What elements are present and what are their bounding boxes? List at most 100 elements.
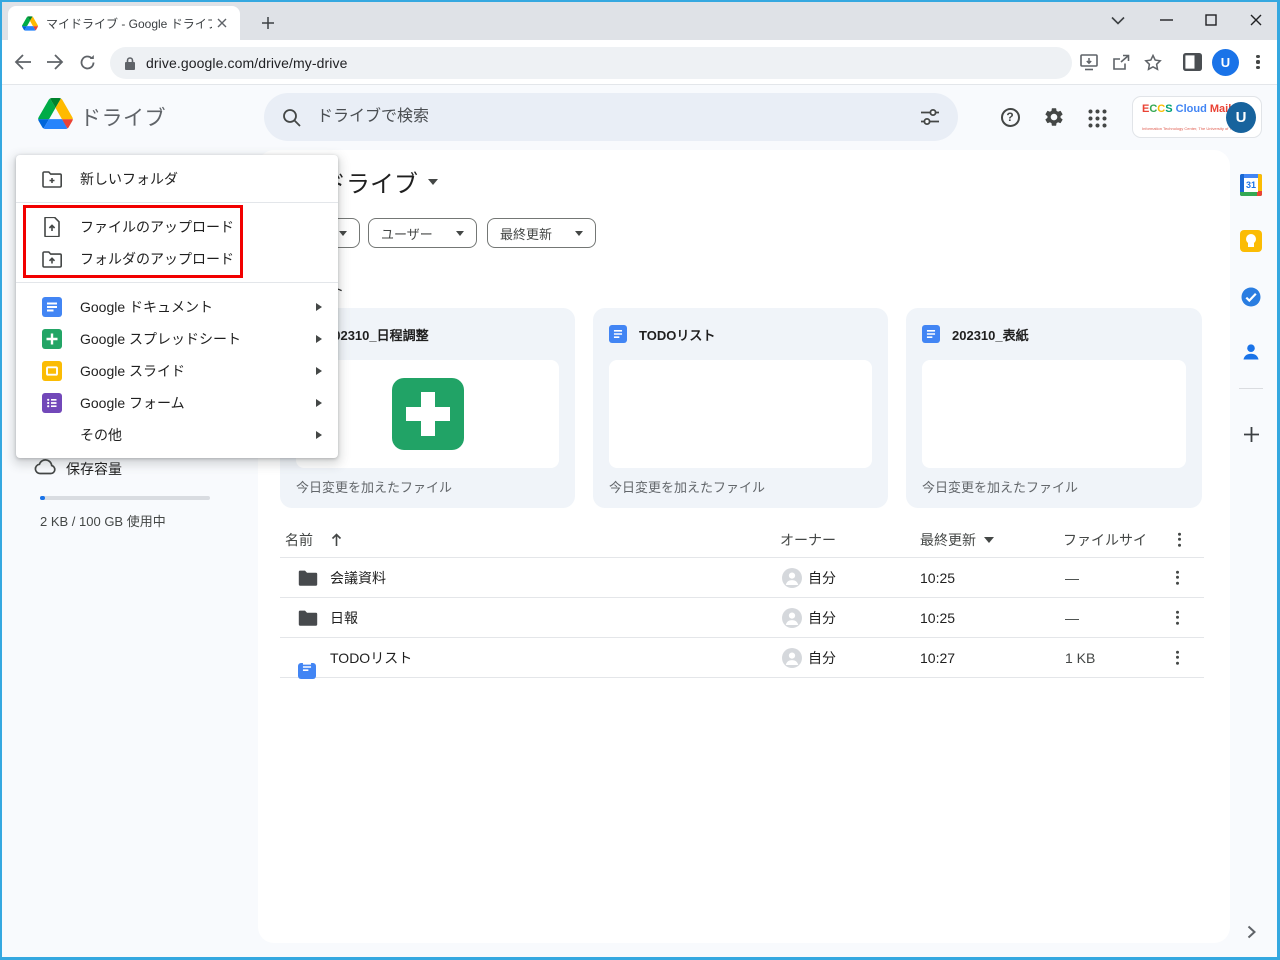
app-wordmark: ドライブ [80,107,166,130]
window-maximize-button[interactable] [1197,6,1225,34]
storage-label[interactable]: 保存容量 [66,459,122,479]
modified-time: 10:25 [920,609,956,626]
table-row[interactable]: TODOリスト 自分 10:27 1 KB [280,638,1204,679]
tab-title: マイドライブ - Google ドライブ [46,16,212,31]
file-size: 1 KB [1065,649,1096,666]
chevron-down-icon [575,230,583,236]
keep-icon[interactable] [1240,230,1262,252]
settings-gear-icon[interactable] [1041,104,1067,130]
new-menu-popup: 新しいフォルダ ファイルのアップロード フォルダのアップロード Google ド… [16,155,338,458]
file-thumbnail [609,360,872,468]
lock-icon [124,56,136,71]
row-options-icon[interactable] [1172,646,1183,669]
search-input[interactable] [315,107,920,127]
apps-grid-icon[interactable] [1084,105,1110,131]
add-addon-icon[interactable] [1240,423,1262,445]
window-border [0,0,1280,2]
docs-file-icon [298,662,316,679]
storage-usage-text: 2 KB / 100 GB 使用中 [40,514,166,529]
calendar-icon[interactable]: 31 [1240,174,1262,196]
table-row[interactable]: 会議資料 自分 10:25 — [280,558,1204,598]
window-minimize-button[interactable] [1152,6,1180,34]
menu-item-google-slides[interactable]: Google スライド [16,355,338,387]
browser-titlebar: マイドライブ - Google ドライブ [0,0,1280,40]
hide-side-panel-chevron-icon[interactable] [1240,921,1262,943]
window-close-button[interactable] [1242,6,1270,34]
suggested-card[interactable]: TODOリスト 今日変更を加えたファイル [593,308,888,508]
bookmark-star-icon[interactable] [1139,48,1167,76]
column-header-name[interactable]: 名前 [285,530,313,550]
owner-name: 自分 [808,649,836,666]
chevron-down-icon [456,230,464,236]
search-options-icon[interactable] [920,108,940,126]
sort-descending-icon [984,536,994,543]
install-icon[interactable] [1075,48,1103,76]
menu-item-label: Google スプレッドシート [80,331,242,347]
suggested-card[interactable]: 202310_表紙 今日変更を加えたファイル [906,308,1202,508]
storage-progress-bar [40,496,210,500]
google-forms-icon [42,393,62,413]
tasks-icon[interactable] [1240,286,1262,308]
account-avatar[interactable]: U [1226,101,1256,133]
file-name: 日報 [330,609,358,626]
google-slides-icon [42,361,62,381]
forward-button[interactable] [41,48,69,76]
owner-avatar [782,647,802,668]
browser-tab[interactable]: マイドライブ - Google ドライブ [8,6,240,40]
share-icon[interactable] [1107,48,1135,76]
menu-item-google-forms[interactable]: Google フォーム [16,387,338,419]
tab-close-icon[interactable] [212,13,232,33]
menu-item-more[interactable]: その他 [16,419,338,451]
browser-window: マイドライブ - Google ドライブ drive.google.com/dr… [0,0,1280,960]
card-caption: 今日変更を加えたファイル [922,480,1079,495]
reload-button[interactable] [73,48,101,76]
new-folder-icon [42,169,62,189]
row-options-icon[interactable] [1172,566,1183,589]
owner-avatar [782,567,802,588]
new-tab-button[interactable] [254,9,282,37]
column-options-icon[interactable] [1174,528,1185,551]
tab-search-chevron-icon[interactable] [1104,6,1132,34]
row-options-icon[interactable] [1172,606,1183,629]
column-header-size[interactable]: ファイルサイ [1063,530,1147,550]
title-caret-icon [428,178,438,185]
filter-chip-modified[interactable]: 最終更新 [487,218,596,248]
rail-divider [1239,388,1263,389]
browser-profile-avatar[interactable]: U [1212,49,1239,76]
owner-name: 自分 [808,609,836,626]
modified-time: 10:27 [920,649,956,666]
file-size: — [1065,569,1079,586]
help-icon[interactable]: ? [997,104,1023,130]
account-badge[interactable]: ECCS Cloud Mail Information Technology C… [1132,96,1262,138]
owner-avatar [782,607,802,628]
menu-item-google-docs[interactable]: Google ドキュメント [16,291,338,323]
modified-time: 10:25 [920,569,956,586]
browser-menu-icon[interactable] [1244,48,1272,76]
table-row[interactable]: 日報 自分 10:25 — [280,598,1204,638]
eccs-cloud-mail-logo: ECCS Cloud Mail Information Technology C… [1142,103,1240,131]
menu-item-new-folder[interactable]: 新しいフォルダ [16,163,338,195]
column-header-modified[interactable]: 最終更新 [920,530,994,550]
browser-toolbar: drive.google.com/drive/my-drive U [0,40,1280,85]
drive-logo-icon [38,98,73,134]
address-bar[interactable]: drive.google.com/drive/my-drive [110,47,1072,79]
file-list-header: 名前 オーナー 最終更新 ファイルサイ [280,522,1204,558]
no-icon [42,425,62,445]
column-header-owner[interactable]: オーナー [780,530,836,550]
docs-file-icon [922,325,940,343]
filter-chip-people[interactable]: ユーザー [368,218,477,248]
submenu-arrow-icon [316,367,322,375]
url-text: drive.google.com/drive/my-drive [146,55,348,71]
submenu-arrow-icon [316,399,322,407]
search-bar[interactable] [264,93,958,141]
menu-item-google-sheets[interactable]: Google スプレッドシート [16,323,338,355]
contacts-icon[interactable] [1240,341,1262,363]
menu-item-label: 新しいフォルダ [80,171,178,187]
file-list: 名前 オーナー 最終更新 ファイルサイ 会議資料 自分 10:25 — 日報 自… [280,522,1204,679]
side-panel-icon[interactable] [1178,48,1206,76]
sort-ascending-icon[interactable] [330,532,343,547]
file-thumbnail [922,360,1186,468]
back-button[interactable] [9,48,37,76]
menu-divider [16,282,338,283]
sheets-logo-icon [391,378,464,450]
